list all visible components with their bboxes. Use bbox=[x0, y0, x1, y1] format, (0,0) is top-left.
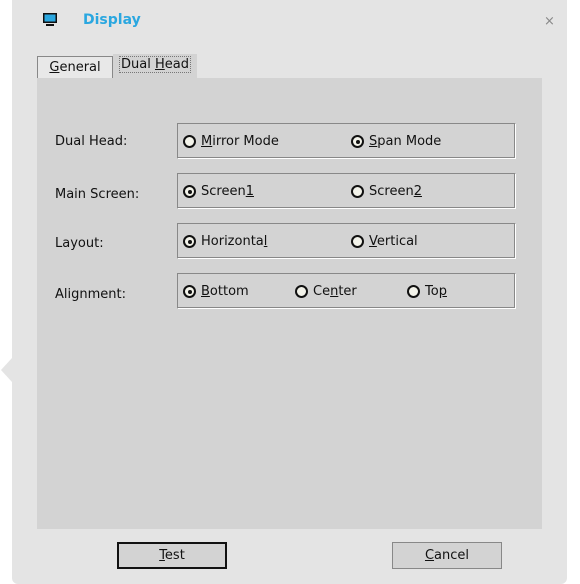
radio-label: Mirror Mode bbox=[201, 134, 279, 149]
radio-label: Vertical bbox=[369, 234, 418, 249]
radio-center[interactable]: Center bbox=[295, 284, 357, 299]
radio-vertical[interactable]: Vertical bbox=[351, 234, 418, 249]
radio-label: Span Mode bbox=[369, 134, 442, 149]
radio-icon bbox=[183, 285, 196, 298]
tab-label: Dual Head bbox=[119, 56, 191, 73]
radio-horizontal[interactable]: Horizontal bbox=[183, 234, 267, 249]
radio-mirror-mode[interactable]: Mirror Mode bbox=[183, 134, 279, 149]
radio-icon bbox=[351, 185, 364, 198]
main-screen-group: Screen1 Screen2 bbox=[177, 173, 516, 209]
radio-icon bbox=[183, 185, 196, 198]
radio-screen2[interactable]: Screen2 bbox=[351, 184, 422, 199]
dialog-title: Display bbox=[83, 12, 141, 28]
radio-label: Screen1 bbox=[201, 184, 254, 199]
dialog-pointer bbox=[1, 358, 12, 382]
tab-dual-head[interactable]: Dual Head bbox=[113, 54, 197, 79]
radio-icon bbox=[407, 285, 420, 298]
alignment-group: Bottom Center Top bbox=[177, 273, 516, 309]
radio-label: Bottom bbox=[201, 284, 249, 299]
tab-label: General bbox=[49, 60, 101, 75]
test-label: Test bbox=[159, 548, 185, 563]
dual-head-group: Mirror Mode Span Mode bbox=[177, 123, 516, 159]
layout-label: Layout: bbox=[55, 236, 104, 251]
radio-span-mode[interactable]: Span Mode bbox=[351, 134, 441, 149]
radio-bottom[interactable]: Bottom bbox=[183, 284, 249, 299]
cancel-button[interactable]: Cancel bbox=[392, 542, 502, 569]
radio-label: Horizontal bbox=[201, 234, 268, 249]
radio-icon bbox=[295, 285, 308, 298]
layout-group: Horizontal Vertical bbox=[177, 223, 516, 259]
radio-icon bbox=[351, 235, 364, 248]
radio-icon bbox=[183, 135, 196, 148]
radio-label: Center bbox=[313, 284, 357, 299]
main-screen-label: Main Screen: bbox=[55, 187, 140, 202]
cancel-label: Cancel bbox=[424, 548, 470, 563]
radio-label: Top bbox=[425, 284, 447, 299]
alignment-label: Alignment: bbox=[55, 287, 126, 302]
radio-screen1[interactable]: Screen1 bbox=[183, 184, 254, 199]
radio-icon bbox=[183, 235, 196, 248]
test-button[interactable]: Test bbox=[117, 542, 227, 569]
radio-top[interactable]: Top bbox=[407, 284, 447, 299]
tab-general[interactable]: General bbox=[37, 56, 113, 80]
dual-head-label: Dual Head: bbox=[55, 134, 128, 149]
radio-icon bbox=[351, 135, 364, 148]
close-icon[interactable]: × bbox=[544, 14, 555, 29]
monitor-icon bbox=[43, 13, 57, 26]
radio-label: Screen2 bbox=[369, 184, 422, 199]
